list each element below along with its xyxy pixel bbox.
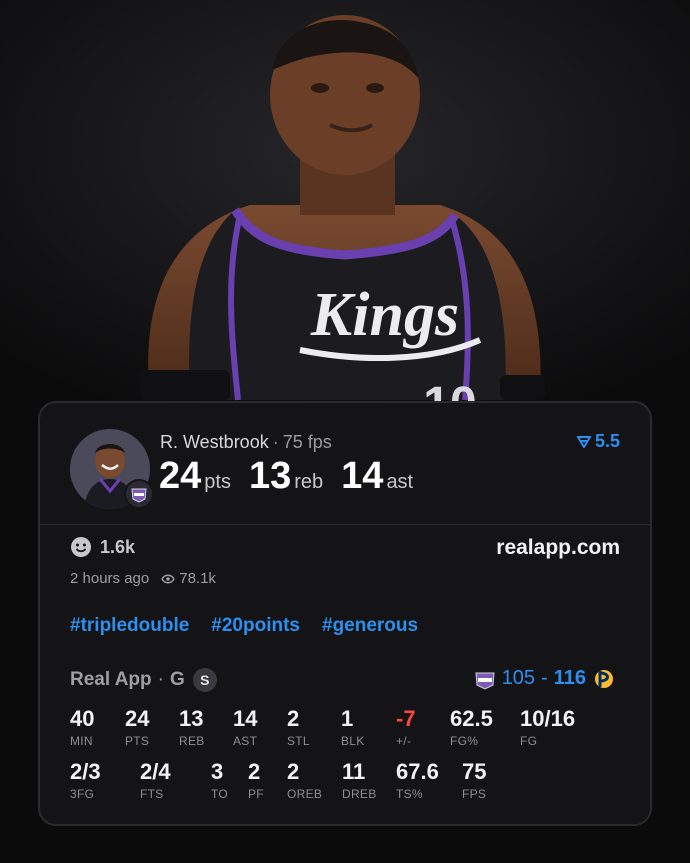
headline-points-unit: pts (204, 471, 231, 493)
stat-label: FTS (140, 787, 164, 801)
stat-value: 62.5 (450, 706, 493, 731)
stat-to: 3 TO (211, 759, 228, 801)
kings-logo-icon (475, 672, 495, 690)
stat-fg: 10/16 FG (520, 706, 575, 748)
stat-label: 3FG (70, 787, 95, 801)
stat-dreb: 11 DREB (342, 759, 377, 801)
stat-card[interactable]: R. Westbrook · 75 fps 5.5 24 pts 13 reb 14 as… (38, 401, 652, 826)
stat-value: 13 (179, 706, 204, 731)
stat-label: MIN (70, 734, 93, 748)
headline-points-value: 24 (159, 455, 202, 497)
kings-logo-icon (124, 479, 154, 509)
fps-label: 75 fps (282, 432, 332, 452)
source-line: Real App · G S (70, 668, 217, 692)
stat-label: FG% (450, 734, 479, 748)
stat-label: FG (520, 734, 538, 748)
stat-value: 1 (341, 706, 354, 731)
stat-value: 10/16 (520, 706, 576, 731)
stat-value: 2 (248, 759, 261, 784)
stat-value: 40 (70, 706, 95, 731)
stat-label: TO (211, 787, 229, 801)
stat-oreb: 2 OREB (287, 759, 322, 801)
player-photo: Kings 10 (0, 0, 690, 420)
source-separator: · (157, 669, 164, 690)
stat-label: PF (248, 787, 264, 801)
stat-blk: 1 BLK (341, 706, 365, 748)
stat-label: OREB (287, 787, 323, 801)
stat-fts: 2/4 FTS (140, 759, 171, 801)
name-separator: · (272, 432, 279, 452)
divider (40, 524, 650, 525)
player-position: G (169, 669, 185, 690)
hashtag-20points[interactable]: #20points (211, 615, 300, 637)
stat-value: 67.6 (396, 759, 439, 784)
stat-value: 2/4 (140, 759, 171, 784)
stat-value: 14 (233, 706, 258, 731)
headline-stats: 24 pts 13 reb 14 ast (159, 455, 431, 498)
stat-plus-minus: -7 +/- (396, 706, 416, 748)
reaction-count: 1.6k (100, 536, 136, 557)
stat-stl: 2 STL (287, 706, 310, 748)
stat-ts-pct: 67.6 TS% (396, 759, 439, 801)
post-meta: 2 hours ago 78.1k (70, 570, 216, 587)
rank-arrow-icon (576, 435, 591, 448)
player-photo-illustration: Kings 10 (0, 0, 690, 420)
stat-label: STL (287, 734, 310, 748)
stat-min: 40 MIN (70, 706, 94, 748)
stat-fg-pct: 62.5 FG% (450, 706, 493, 748)
stat-value: 2 (287, 759, 300, 784)
stat-value: 2/3 (70, 759, 101, 784)
rank-indicator[interactable]: 5.5 (576, 431, 620, 452)
hashtags: #tripledouble #20points #generous (70, 615, 418, 637)
player-name-line: R. Westbrook · 75 fps (160, 432, 332, 453)
stat-value: 75 (462, 759, 487, 784)
stat-fps: 75 FPS (462, 759, 486, 801)
rank-value: 5.5 (594, 431, 620, 451)
stat-label: PTS (125, 734, 150, 748)
stat-value: 2 (287, 706, 300, 731)
smiley-icon (71, 537, 91, 557)
headline-rebounds-value: 13 (248, 455, 292, 497)
stat-label: REB (179, 734, 205, 748)
views-count: 78.1k (179, 570, 216, 587)
away-score: 116 (553, 667, 586, 689)
headline-assists-unit: ast (386, 471, 414, 493)
stat-label: BLK (341, 734, 365, 748)
eye-icon (161, 574, 176, 583)
stat-value: 3 (211, 759, 224, 784)
game-score[interactable]: 105-116 (474, 667, 616, 690)
reaction-button[interactable]: 1.6k (70, 536, 135, 558)
home-score: 105 (501, 667, 536, 689)
source-name[interactable]: Real App (70, 669, 152, 691)
pacers-logo-icon (595, 669, 613, 688)
site-link[interactable]: realapp.com (496, 536, 620, 560)
stat-value: -7 (396, 706, 416, 731)
time-ago: 2 hours ago (70, 570, 150, 587)
stat-label: +/- (396, 734, 412, 748)
stat-ast: 14 AST (233, 706, 257, 748)
stat-label: DREB (342, 787, 377, 801)
player-name[interactable]: R. Westbrook (160, 432, 269, 452)
stat-value: 11 (342, 759, 366, 784)
stat-label: AST (233, 734, 258, 748)
score-dash: - (541, 667, 548, 689)
stat-label: FPS (462, 787, 487, 801)
stat-pf: 2 PF (248, 759, 264, 801)
headline-rebounds-unit: reb (294, 471, 324, 493)
stat-label: TS% (396, 787, 423, 801)
jersey-text: Kings (310, 281, 459, 349)
stat-3fg: 2/3 3FG (70, 759, 101, 801)
source-badge[interactable]: S (192, 668, 217, 692)
stat-reb: 13 REB (179, 706, 205, 748)
views: 78.1k (161, 570, 216, 587)
hashtag-generous[interactable]: #generous (322, 615, 418, 637)
stat-value: 24 (125, 706, 150, 731)
stat-pts: 24 PTS (125, 706, 149, 748)
hashtag-tripledouble[interactable]: #tripledouble (70, 615, 189, 637)
headline-assists-value: 14 (341, 455, 384, 497)
